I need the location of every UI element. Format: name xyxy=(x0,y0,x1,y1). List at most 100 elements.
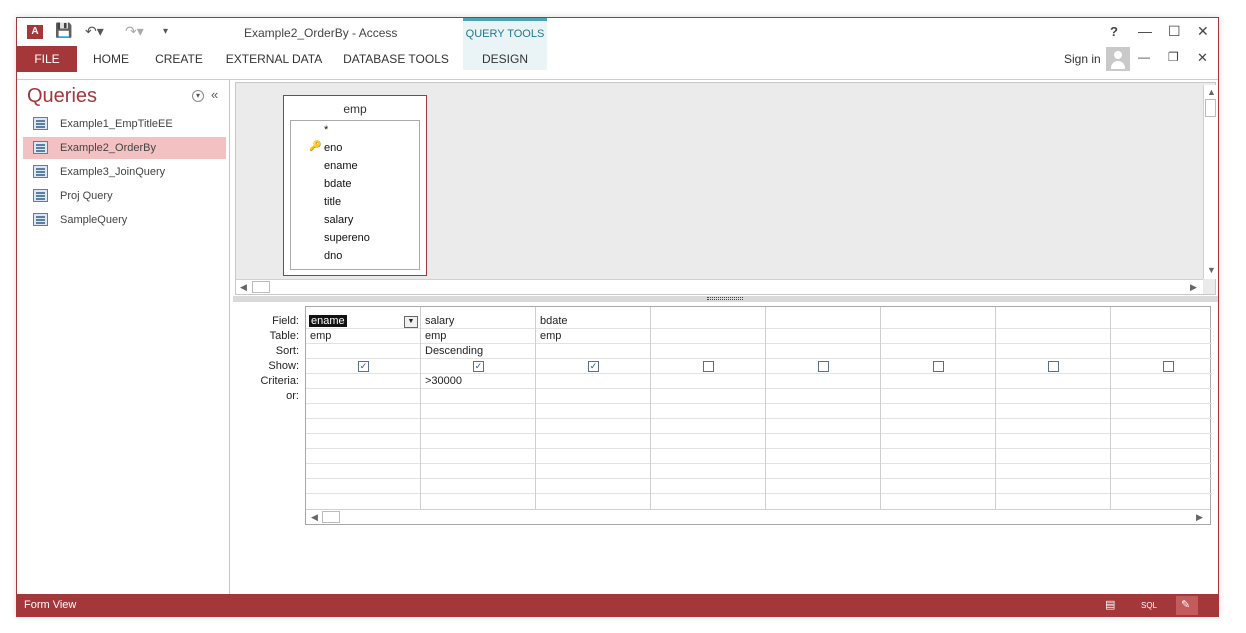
scroll-thumb[interactable] xyxy=(1205,99,1216,117)
grid-column-4[interactable] xyxy=(651,307,766,509)
window-title: Example2_OrderBy - Access xyxy=(244,26,398,40)
nav-item-example1[interactable]: Example1_EmpTitleEE xyxy=(23,113,226,135)
query-design-grid[interactable]: ename ▼ emp ✓ salary emp Descending ✓ >3… xyxy=(305,306,1212,525)
datasheet-view-icon: ▤ xyxy=(1105,599,1116,611)
show-checkbox[interactable] xyxy=(818,361,829,372)
title-bar: A 💾 ↶▾ ↷▾ ▾ Example2_OrderBy - Access ? … xyxy=(17,18,1218,46)
show-checkbox[interactable] xyxy=(703,361,714,372)
grid-column-5[interactable] xyxy=(766,307,881,509)
nav-pane-title[interactable]: Queries xyxy=(27,85,97,108)
navigation-pane: Queries ▾ « Example1_EmpTitleEE Example2… xyxy=(21,80,230,594)
maximize-button[interactable]: ☐ xyxy=(1168,23,1181,40)
status-bar: Form View ▤ SQL ✎ xyxy=(17,594,1218,616)
access-window: A 💾 ↶▾ ↷▾ ▾ Example2_OrderBy - Access ? … xyxy=(16,17,1219,617)
pane-splitter[interactable] xyxy=(233,296,1218,302)
show-checkbox[interactable]: ✓ xyxy=(473,361,484,372)
minimize-button[interactable]: — xyxy=(1138,23,1152,39)
design-view-button[interactable]: ✎ xyxy=(1176,596,1198,615)
row-label-table: Table: xyxy=(269,330,299,342)
user-avatar-icon[interactable] xyxy=(1106,47,1130,71)
nav-item-label: Example1_EmpTitleEE xyxy=(60,118,173,130)
scroll-right-icon[interactable]: ▶ xyxy=(1196,512,1203,523)
field-ename[interactable]: ename xyxy=(324,160,358,172)
access-app-icon[interactable]: A xyxy=(27,25,43,39)
tab-external-data[interactable]: EXTERNAL DATA xyxy=(221,46,327,72)
query-icon xyxy=(33,213,48,226)
scroll-thumb[interactable] xyxy=(322,511,340,523)
nav-item-example2[interactable]: Example2_OrderBy xyxy=(23,137,226,159)
table-cell[interactable]: emp xyxy=(425,330,446,342)
table-title[interactable]: emp xyxy=(284,102,426,116)
query-icon xyxy=(33,141,48,154)
field-list[interactable]: * 🔑 eno ename bdate title salary superen… xyxy=(290,120,420,270)
field-eno[interactable]: eno xyxy=(324,142,342,154)
sql-view-button[interactable]: SQL xyxy=(1138,596,1160,615)
field-bdate[interactable]: bdate xyxy=(324,178,352,190)
nav-item-sample-query[interactable]: SampleQuery xyxy=(23,209,226,231)
scroll-thumb[interactable] xyxy=(252,281,270,293)
scroll-down-icon[interactable]: ▼ xyxy=(1207,265,1216,275)
help-button[interactable]: ? xyxy=(1110,24,1118,39)
ribbon-tabs: FILE HOME CREATE EXTERNAL DATA DATABASE … xyxy=(17,46,1218,72)
undo-icon[interactable]: ↶▾ xyxy=(85,23,104,40)
datasheet-view-button[interactable]: ▤ xyxy=(1100,596,1122,615)
doc-minimize-button[interactable]: — xyxy=(1138,50,1150,64)
scroll-left-icon[interactable]: ◀ xyxy=(240,282,247,293)
show-checkbox[interactable]: ✓ xyxy=(588,361,599,372)
nav-menu-dropdown-icon[interactable]: ▾ xyxy=(192,90,204,102)
table-cell[interactable]: emp xyxy=(310,330,331,342)
nav-item-label: Example2_OrderBy xyxy=(60,142,156,154)
save-icon[interactable]: 💾 xyxy=(55,22,72,39)
field-cell-salary[interactable]: salary xyxy=(425,315,454,327)
close-button[interactable]: ✕ xyxy=(1197,23,1209,40)
table-pane[interactable]: emp * 🔑 eno ename bdate title salary sup… xyxy=(235,82,1217,295)
sql-view-icon: SQL xyxy=(1141,601,1158,610)
doc-close-button[interactable]: ✕ xyxy=(1197,50,1208,66)
tab-create[interactable]: CREATE xyxy=(149,46,209,72)
primary-key-icon: 🔑 xyxy=(309,141,322,152)
table-pane-vertical-scrollbar[interactable]: ▲ ▼ xyxy=(1203,85,1217,279)
query-icon xyxy=(33,165,48,178)
field-cell-ename[interactable]: ename xyxy=(309,315,347,327)
status-text: Form View xyxy=(24,599,77,611)
scroll-right-icon[interactable]: ▶ xyxy=(1190,282,1197,293)
show-checkbox[interactable] xyxy=(1048,361,1059,372)
field-list-window-emp[interactable]: emp * 🔑 eno ename bdate title salary sup… xyxy=(283,95,427,276)
nav-item-example3[interactable]: Example3_JoinQuery xyxy=(23,161,226,183)
tab-home[interactable]: HOME xyxy=(85,46,137,72)
show-checkbox[interactable]: ✓ xyxy=(358,361,369,372)
grid-column-8[interactable] xyxy=(1111,307,1212,509)
nav-item-proj-query[interactable]: Proj Query xyxy=(23,185,226,207)
criteria-cell[interactable]: >30000 xyxy=(425,375,462,387)
ribbon-collapsed-area xyxy=(17,72,1218,80)
field-salary[interactable]: salary xyxy=(324,214,353,226)
field-title[interactable]: title xyxy=(324,196,341,208)
grid-horizontal-scrollbar[interactable]: ◀ ▶ xyxy=(306,509,1210,524)
show-checkbox[interactable] xyxy=(933,361,944,372)
sort-cell[interactable]: Descending xyxy=(425,345,483,357)
query-icon xyxy=(33,117,48,130)
grid-column-6[interactable] xyxy=(881,307,996,509)
field-dropdown-icon[interactable]: ▼ xyxy=(404,316,418,328)
design-view-icon: ✎ xyxy=(1181,599,1191,611)
tab-file[interactable]: FILE xyxy=(17,46,77,72)
scroll-up-icon[interactable]: ▲ xyxy=(1207,87,1216,97)
tab-database-tools[interactable]: DATABASE TOOLS xyxy=(341,46,451,72)
shutter-bar-collapse-icon[interactable]: « xyxy=(211,87,218,102)
show-checkbox[interactable] xyxy=(1163,361,1174,372)
row-label-or: or: xyxy=(286,390,299,402)
grid-column-7[interactable] xyxy=(996,307,1111,509)
scroll-left-icon[interactable]: ◀ xyxy=(311,512,318,523)
sign-in-link[interactable]: Sign in xyxy=(1064,52,1101,66)
field-dno[interactable]: dno xyxy=(324,250,342,262)
tab-design[interactable]: DESIGN xyxy=(463,46,547,72)
field-cell-bdate[interactable]: bdate xyxy=(540,315,568,327)
doc-restore-button[interactable]: ❐ xyxy=(1168,50,1179,64)
field-all[interactable]: * xyxy=(324,124,328,136)
table-cell[interactable]: emp xyxy=(540,330,561,342)
table-pane-horizontal-scrollbar[interactable]: ◀ ▶ xyxy=(236,279,1203,294)
field-supereno[interactable]: supereno xyxy=(324,232,370,244)
splitter-grip[interactable] xyxy=(707,297,743,300)
redo-icon[interactable]: ↷▾ xyxy=(125,23,144,40)
customize-qat-icon[interactable]: ▾ xyxy=(163,26,168,37)
